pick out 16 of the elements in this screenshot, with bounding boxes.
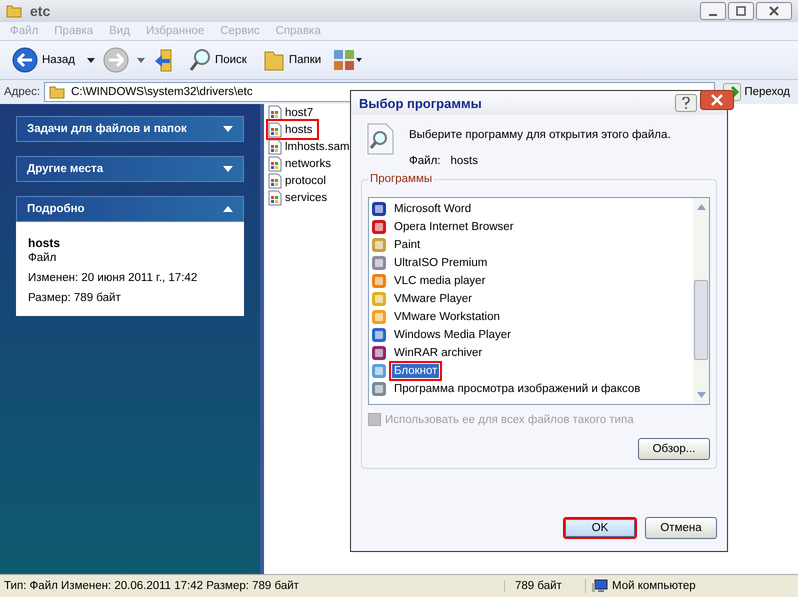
- modified-date: Изменен: 20 июня 2011 г., 17:42: [28, 272, 198, 284]
- file-type: Файл: [28, 252, 56, 264]
- group-label: Программы: [368, 173, 434, 185]
- zone-label: Мой компьютер: [612, 580, 696, 592]
- file-name: hosts: [450, 155, 478, 167]
- file-size: Размер: 789 байт: [28, 292, 121, 304]
- window-title: etc: [30, 3, 50, 19]
- address-label: Адрес:: [4, 86, 40, 98]
- address-text: C:\WINDOWS\system32\drivers\etc: [71, 86, 253, 98]
- checkbox-label: Использовать ее для всех файлов такого типа: [385, 414, 634, 426]
- dialog-prompt: Выберите программу для открытия этого файла.: [409, 129, 671, 141]
- dialog-title: Выбор программы: [359, 96, 482, 110]
- status-size: 789 байт: [504, 580, 585, 592]
- file-name: hosts: [28, 236, 60, 250]
- file-label: Файл:: [409, 155, 440, 167]
- status-text: Тип: Файл Изменен: 20.06.2011 17:42 Размер: 789 байт: [3, 580, 300, 592]
